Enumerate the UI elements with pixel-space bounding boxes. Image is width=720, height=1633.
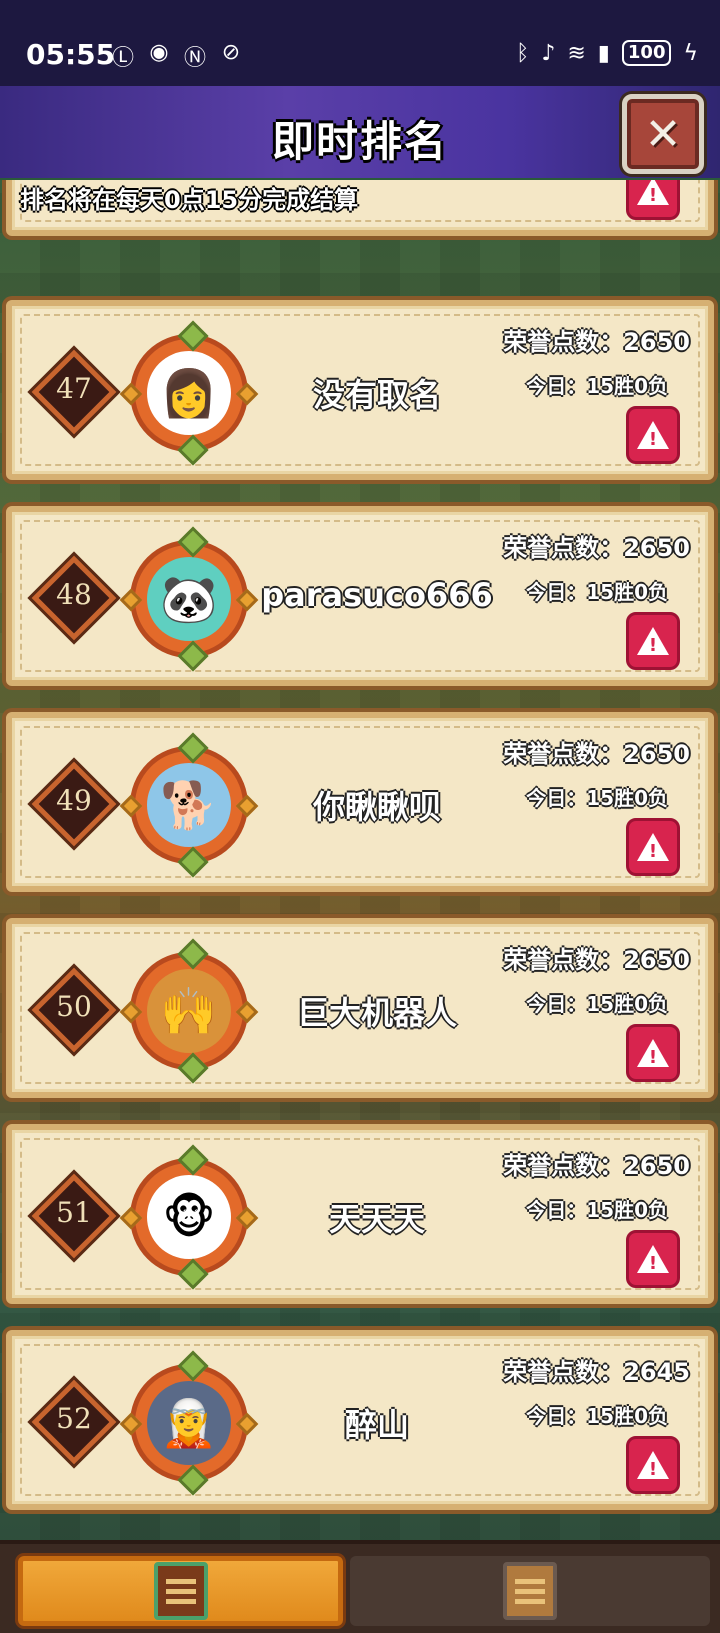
- status-time: 05:55: [26, 38, 116, 71]
- report-button[interactable]: !: [626, 612, 680, 670]
- signal-icon: ▮: [597, 40, 610, 66]
- warning-icon: !: [637, 1245, 669, 1274]
- avatar-frame[interactable]: 🐵: [119, 1144, 259, 1290]
- today-record: 今日：15胜0负: [526, 1198, 668, 1222]
- player-name: 巨大机器人: [296, 994, 457, 1032]
- honor-points: 荣誉点数：2650: [503, 1152, 690, 1180]
- frame-gem-icon: [177, 1464, 209, 1496]
- close-icon: ✕: [644, 108, 682, 160]
- ranking-row[interactable]: 50 🙌 巨大机器人 荣誉点数：2650 今日：15胜0负 !: [6, 918, 714, 1098]
- player-name: 醉山: [344, 1406, 409, 1444]
- frame-gem-icon: [119, 588, 143, 612]
- bottom-tab-bar: [0, 1540, 720, 1633]
- frame-gem-icon: [177, 1144, 209, 1176]
- frame-gem-icon: [177, 938, 209, 970]
- notification-icon: Ⓛ: [111, 46, 134, 71]
- report-button[interactable]: !: [626, 1230, 680, 1288]
- lady-avatar-icon: 👩: [147, 351, 231, 435]
- wifi-icon: ≋: [567, 40, 586, 66]
- report-button[interactable]: !: [626, 1436, 680, 1494]
- avatar-frame[interactable]: 🧝: [119, 1350, 259, 1496]
- battery-indicator: 100: [621, 40, 672, 66]
- ranking-row[interactable]: 49 🐕 你瞅瞅呗 荣誉点数：2650 今日：15胜0负 !: [6, 712, 714, 892]
- rank-number: 51: [56, 1196, 92, 1229]
- warning-icon: !: [637, 1451, 669, 1480]
- frame-gem-icon: [177, 526, 209, 558]
- frame-gem-icon: [119, 794, 143, 818]
- tab-scroll[interactable]: [350, 1556, 710, 1626]
- avatar-frame[interactable]: 🐕: [119, 732, 259, 878]
- frame-gem-icon: [119, 1206, 143, 1230]
- status-bar: 05:55 Ⓛ ◉ Ⓝ ⊘ ᛒ ♪ ≋ ▮ 100 ϟ: [0, 0, 720, 86]
- frame-gem-icon: [119, 1412, 143, 1436]
- settlement-notice: 排名将在每天0点15分完成结算: [20, 186, 359, 214]
- honor-points: 荣誉点数：2650: [503, 328, 690, 356]
- header-bar: 即时排名 ✕: [0, 86, 720, 178]
- rank-number: 52: [56, 1402, 92, 1435]
- report-button[interactable]: !: [626, 818, 680, 876]
- frame-gem-icon: [177, 1052, 209, 1084]
- shiba-dog-avatar-icon: 🐕: [147, 763, 231, 847]
- frame-gem-icon: [119, 1000, 143, 1024]
- nfc-icon: Ⓝ: [183, 46, 206, 71]
- mute-icon: ♪: [541, 40, 556, 66]
- avatar-frame[interactable]: 👩: [119, 320, 259, 466]
- avatar-frame[interactable]: 🙌: [119, 938, 259, 1084]
- frame-gem-icon: [177, 434, 209, 466]
- sunset-silhouette-avatar-icon: 🙌: [147, 969, 231, 1053]
- ranking-row[interactable]: 48 🐼 parasuco666 荣誉点数：2650 今日：15胜0负 !: [6, 506, 714, 686]
- warning-icon: !: [637, 627, 669, 656]
- rank-number: 47: [56, 372, 92, 405]
- frame-gem-icon: [177, 320, 209, 352]
- eye-icon: ◉: [149, 40, 169, 65]
- warning-icon: !: [637, 180, 669, 206]
- ranking-row[interactable]: 52 🧝 醉山 荣誉点数：2645 今日：15胜0负 !: [6, 1330, 714, 1510]
- today-record: 今日：15胜0负: [526, 992, 668, 1016]
- monkey-king-avatar-icon: 🐵: [147, 1175, 231, 1259]
- report-button[interactable]: !: [626, 1024, 680, 1082]
- ranking-board-icon: [153, 1562, 208, 1620]
- player-name: parasuco666: [261, 576, 493, 614]
- honor-points: 荣誉点数：2650: [503, 740, 690, 768]
- frame-gem-icon: [177, 846, 209, 878]
- charging-icon: ϟ: [683, 40, 698, 66]
- frame-gem-icon: [177, 732, 209, 764]
- player-name: 天天天: [328, 1200, 425, 1238]
- frame-gem-icon: [177, 1350, 209, 1382]
- page-title: 即时排名: [271, 117, 448, 166]
- ranking-row[interactable]: 47 👩 没有取名 荣誉点数：2650 今日：15胜0负 !: [6, 300, 714, 480]
- warning-icon: !: [637, 1039, 669, 1068]
- status-left-icons: Ⓛ ◉ Ⓝ ⊘: [110, 40, 244, 72]
- rank-number: 50: [56, 990, 92, 1023]
- warrior-avatar-icon: 🧝: [147, 1381, 231, 1465]
- honor-points: 荣誉点数：2645: [503, 1358, 690, 1386]
- player-name: 你瞅瞅呗: [312, 788, 441, 826]
- panda-reaper-avatar-icon: 🐼: [147, 557, 231, 641]
- bluetooth-icon: ᛒ: [516, 40, 530, 66]
- warning-icon: !: [637, 833, 669, 862]
- honor-points: 荣誉点数：2650: [503, 946, 690, 974]
- frame-gem-icon: [119, 382, 143, 406]
- player-name: 没有取名: [312, 376, 441, 414]
- ranking-list[interactable]: ! 47 👩 没有取名 荣誉点数：2650 今日：15胜0负 ! 48 🐼 pa…: [0, 180, 720, 1532]
- tab-ranking[interactable]: [18, 1556, 343, 1626]
- report-button[interactable]: !: [626, 406, 680, 464]
- warning-icon: !: [637, 421, 669, 450]
- close-button[interactable]: ✕: [622, 94, 704, 174]
- status-right-icons: ᛒ ♪ ≋ ▮ 100 ϟ: [516, 40, 698, 66]
- honor-points: 荣誉点数：2650: [503, 534, 690, 562]
- frame-gem-icon: [177, 640, 209, 672]
- report-button[interactable]: !: [626, 180, 680, 220]
- frame-gem-icon: [177, 1258, 209, 1290]
- today-record: 今日：15胜0负: [526, 1404, 668, 1428]
- alarm-icon: ⊘: [221, 40, 241, 65]
- rank-number: 49: [56, 784, 92, 817]
- scroll-board-icon: [503, 1562, 557, 1620]
- rank-number: 48: [56, 578, 92, 611]
- today-record: 今日：15胜0负: [526, 786, 668, 810]
- ranking-row[interactable]: 51 🐵 天天天 荣誉点数：2650 今日：15胜0负 !: [6, 1124, 714, 1304]
- today-record: 今日：15胜0负: [526, 374, 668, 398]
- today-record: 今日：15胜0负: [526, 580, 668, 604]
- avatar-frame[interactable]: 🐼: [119, 526, 259, 672]
